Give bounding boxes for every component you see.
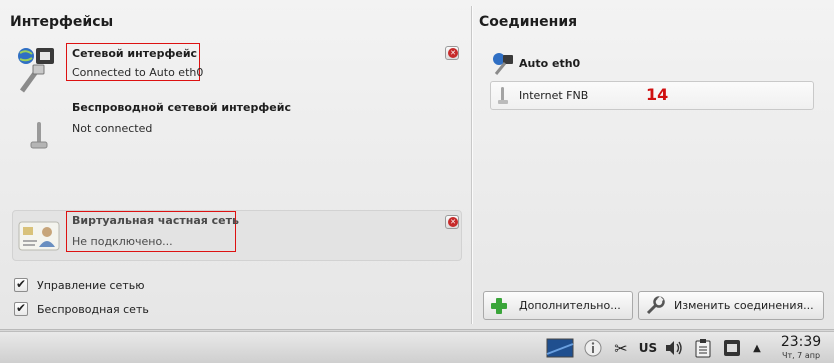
- edit-connections-button[interactable]: Изменить соединения...: [638, 291, 824, 320]
- network-wireless-icon: [28, 120, 50, 150]
- vpn-interface-item[interactable]: Виртуальная частная сеть Не подключено..…: [12, 210, 462, 261]
- vpn-status: Не подключено...: [72, 235, 173, 248]
- network-tray-icon[interactable]: [720, 332, 744, 363]
- add-icon: [490, 297, 508, 315]
- desktop-icon[interactable]: [544, 332, 576, 363]
- taskbar: ✂ US ▲ 23:39 Чт, 7 апр: [0, 331, 834, 363]
- column-divider: [471, 6, 473, 324]
- keyboard-layout[interactable]: US: [636, 332, 660, 363]
- network-wired-icon: [16, 45, 60, 95]
- interfaces-panel: Интерфейсы Сетевой интерфейс Connected t…: [0, 0, 471, 330]
- arrow-up-icon[interactable]: ▲: [748, 332, 766, 363]
- vpn-card-icon: [17, 219, 61, 255]
- connection-name: Internet FNB: [519, 89, 589, 102]
- network-management-label: Управление сетью: [37, 278, 145, 292]
- wireless-checkbox[interactable]: [14, 301, 28, 316]
- active-connection-name: Auto eth0: [519, 57, 581, 70]
- network-management-option[interactable]: Управление сетью: [14, 277, 144, 293]
- clock-date: Чт, 7 апр: [781, 351, 821, 360]
- wireless-label: Беспроводная сеть: [37, 302, 149, 316]
- network-wireless-icon: [497, 86, 509, 106]
- wireless-interface-name: Беспроводной сетевой интерфейс: [72, 101, 291, 114]
- wired-close-icon[interactable]: [445, 46, 459, 60]
- vpn-name: Виртуальная частная сеть: [72, 214, 239, 227]
- clock[interactable]: 23:39 Чт, 7 апр: [772, 334, 830, 362]
- scissors-icon[interactable]: ✂: [610, 332, 632, 363]
- annotation-badge: 14: [646, 85, 669, 104]
- connections-panel: Соединения Auto eth0 Internet FNB 14 Доп…: [474, 0, 834, 330]
- network-management-checkbox[interactable]: [14, 277, 28, 292]
- wireless-interface-status: Not connected: [72, 122, 153, 135]
- wired-interface-status: Connected to Auto eth0: [72, 66, 204, 79]
- connections-title: Соединения: [479, 14, 578, 30]
- connection-active-icon: [492, 52, 514, 76]
- volume-icon[interactable]: [662, 332, 686, 363]
- wireless-option[interactable]: Беспроводная сеть: [14, 301, 149, 317]
- edit-connections-label: Изменить соединения...: [674, 299, 814, 312]
- more-button[interactable]: Дополнительно...: [483, 291, 633, 320]
- more-button-label: Дополнительно...: [519, 299, 621, 312]
- clipboard-icon[interactable]: [692, 332, 714, 363]
- interfaces-title: Интерфейсы: [10, 14, 114, 30]
- info-icon[interactable]: [582, 332, 604, 363]
- vpn-close-icon[interactable]: [445, 215, 459, 229]
- clock-time: 23:39: [780, 334, 822, 350]
- wrench-icon: [645, 295, 665, 316]
- connection-list-item[interactable]: Internet FNB 14: [490, 81, 814, 110]
- network-manager-popup: Интерфейсы Сетевой интерфейс Connected t…: [0, 0, 834, 330]
- wired-interface-name: Сетевой интерфейс: [72, 47, 198, 60]
